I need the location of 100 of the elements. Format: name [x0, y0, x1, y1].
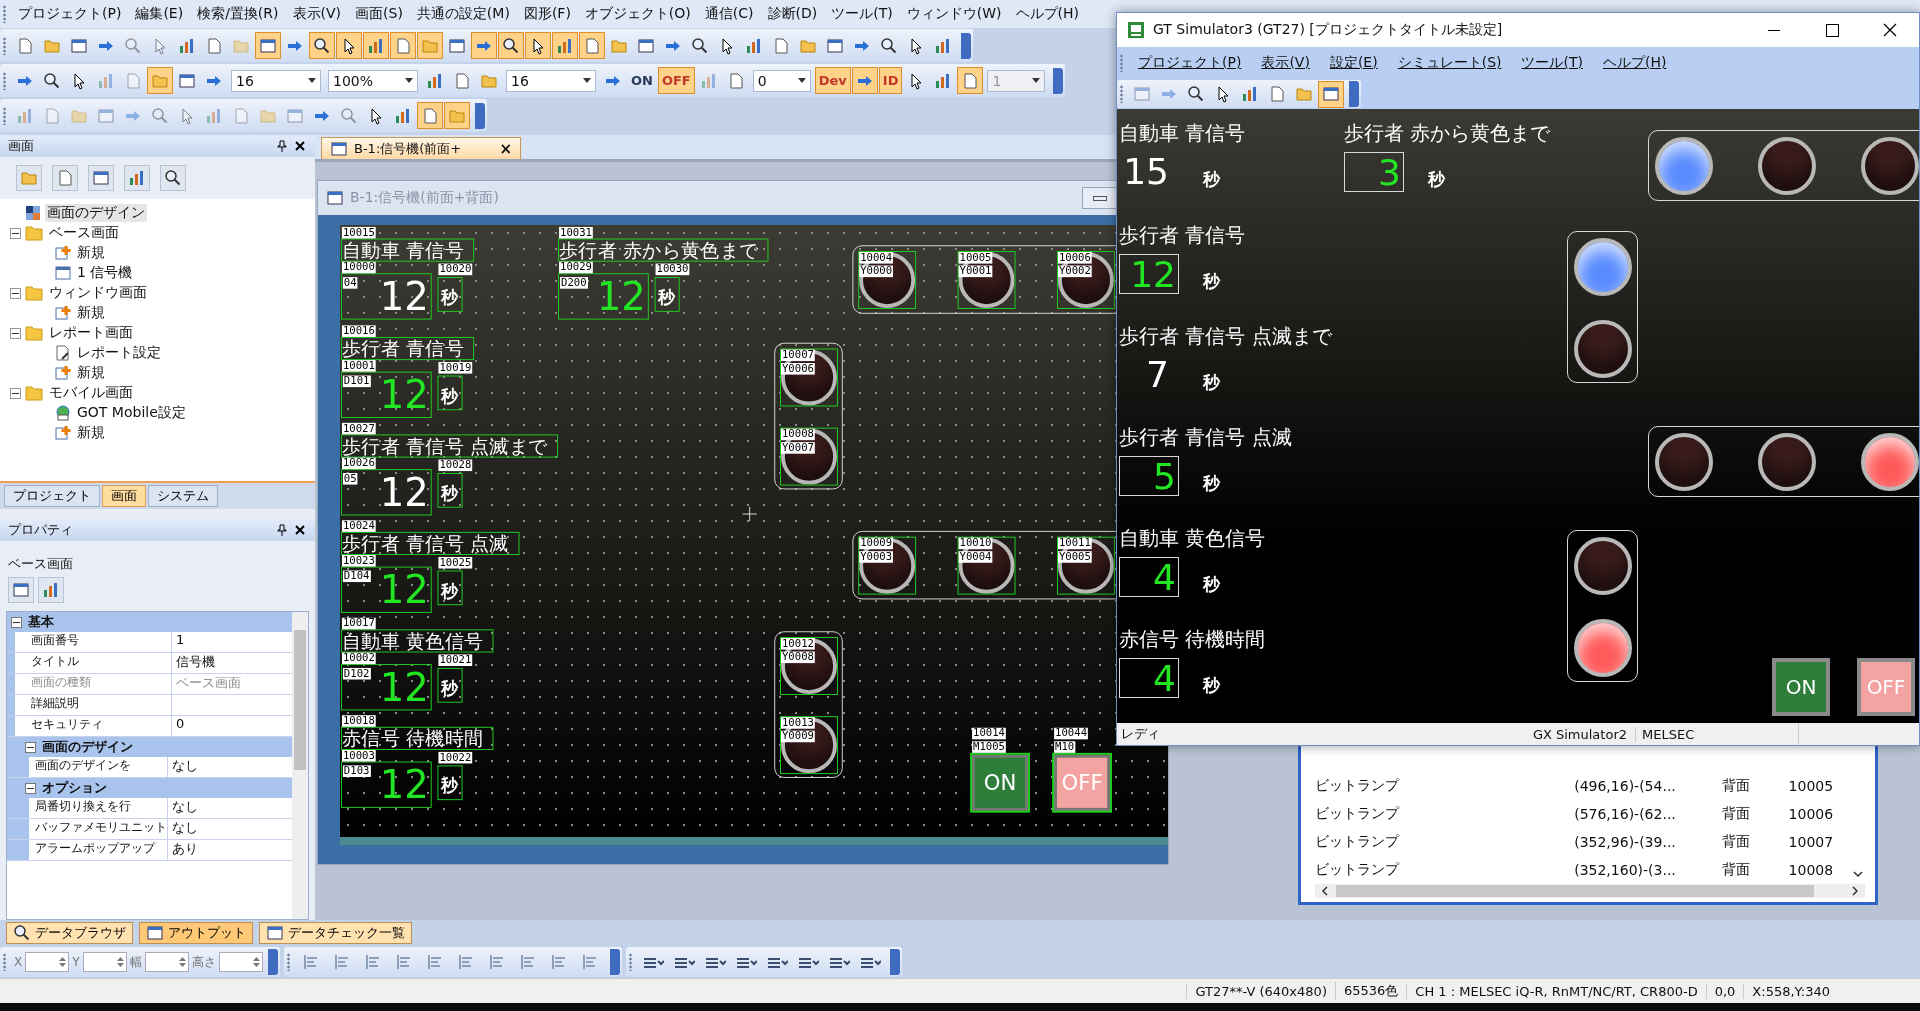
text-object[interactable]: 秒 — [438, 376, 462, 410]
toolbar-button[interactable]: ID — [878, 67, 903, 94]
menu-item[interactable]: シミュレート(S) — [1387, 54, 1512, 72]
numeric-input[interactable]: 12 — [1119, 254, 1179, 294]
tree-item[interactable]: 画面のデザイン — [45, 204, 147, 222]
dropdown[interactable]: 100% — [328, 69, 418, 92]
menu-item[interactable]: 設定(E) — [1319, 54, 1388, 72]
menu-item[interactable]: 表示(V) — [285, 5, 349, 23]
object-id-label: 10003 — [341, 749, 376, 762]
lamp-object[interactable]: 10010 Y0004 — [958, 537, 1015, 594]
lamp-object[interactable]: 10005 Y0001 — [958, 252, 1015, 308]
status-text: GT27**-V (640x480) — [1186, 983, 1335, 999]
property-value[interactable]: 信号機 — [172, 653, 292, 673]
tree-item[interactable]: 新規 — [75, 364, 107, 382]
output-tab[interactable]: アウトプット — [139, 922, 253, 944]
text-object[interactable]: 歩行者 赤から黄色まで — [559, 239, 768, 261]
lamp-object[interactable]: 10012 Y0008 — [781, 638, 837, 694]
numeric-input[interactable]: 5 — [1119, 456, 1179, 496]
section-title: オプション — [42, 779, 107, 797]
menu-item[interactable]: 共通の設定(M) — [409, 5, 517, 23]
tree-item[interactable]: 1 信号機 — [75, 264, 135, 282]
dropdown[interactable]: 16 — [231, 69, 321, 92]
lamp-object[interactable]: 10009 Y0003 — [859, 537, 916, 594]
property-value[interactable]: なし — [168, 757, 292, 777]
text-object[interactable]: 秒 — [438, 571, 462, 605]
numeric-input[interactable]: 4 — [1119, 658, 1179, 698]
numeric-input[interactable]: 4 — [1119, 557, 1179, 597]
tree-item[interactable]: レポート設定 — [75, 344, 163, 362]
lamp-object[interactable]: 10011 Y0005 — [1057, 537, 1114, 594]
tree-item[interactable]: モバイル画面 — [47, 384, 135, 402]
switch-button[interactable]: ON — [1772, 658, 1830, 716]
switch-object[interactable]: ON — [972, 754, 1029, 811]
output-tab[interactable]: データチェック一覧 — [259, 922, 412, 944]
tree-item[interactable]: ベース画面 — [47, 224, 121, 242]
lamp-object[interactable]: 10007 Y0006 — [781, 349, 837, 406]
device-label: Y0007 — [781, 442, 815, 454]
menu-item[interactable]: 診断(D) — [760, 5, 825, 23]
table-cell-text: 背面 — [1721, 805, 1751, 823]
lamp-object[interactable]: 10004 Y0000 — [859, 252, 916, 308]
text-object[interactable]: 歩行者 青信号 点滅まで — [341, 435, 557, 457]
field-label: 高さ — [190, 953, 217, 971]
lamp-object[interactable]: 10006 Y0002 — [1057, 252, 1114, 308]
menu-item[interactable]: プロジェクト(P) — [1128, 54, 1252, 72]
menu-item[interactable]: 画面(S) — [348, 5, 410, 23]
tree-item[interactable]: レポート画面 — [47, 324, 135, 342]
menu-item[interactable]: ツール(T) — [824, 5, 900, 23]
menu-item[interactable]: 編集(E) — [128, 5, 191, 23]
text-object[interactable]: 自動車 青信号 — [341, 239, 474, 261]
property-value[interactable]: なし — [168, 798, 292, 818]
document-tab[interactable]: B-1:信号機(前面+ × — [321, 137, 521, 159]
tree-item[interactable]: ウィンドウ画面 — [47, 284, 149, 302]
output-tab[interactable]: データブラウザ — [6, 922, 133, 944]
text-object[interactable]: 秒 — [438, 473, 462, 507]
device-label: Y0000 — [859, 265, 894, 278]
object-id-label: 10005 — [958, 252, 993, 264]
tree-item[interactable]: 新規 — [75, 424, 107, 442]
dropdown[interactable]: 16 — [506, 69, 596, 92]
status-text: CH 1 : MELSEC iQ-R, RnMT/NC/RT, CR800-D — [1406, 983, 1706, 999]
text-object[interactable]: 秒 — [438, 668, 462, 702]
property-value[interactable]: なし — [168, 819, 292, 839]
menu-item[interactable]: 検索/置換(R) — [190, 5, 286, 23]
lamp-object[interactable]: 10013 Y0009 — [781, 717, 837, 774]
text-object[interactable]: 秒 — [438, 278, 462, 311]
text-object[interactable]: 秒 — [438, 766, 462, 800]
object-id-label: 10015 — [341, 226, 376, 239]
object-id-label: 10011 — [1057, 537, 1092, 550]
lamp-object[interactable]: 10008 Y0007 — [781, 428, 837, 485]
menu-item[interactable]: ヘルプ(H) — [1592, 54, 1677, 72]
panel-tab[interactable]: システム — [148, 485, 218, 507]
label: 自動車 黄色信号 — [1119, 525, 1266, 552]
property-value[interactable]: あり — [168, 840, 292, 860]
text-object[interactable]: 赤信号 待機時間 — [341, 727, 493, 749]
menu-item[interactable]: プロジェクト(P) — [11, 5, 129, 23]
toolbar-button[interactable]: OFF — [657, 67, 695, 94]
menu-item[interactable]: 図形(F) — [516, 5, 578, 23]
toolbar-button[interactable]: Dev — [814, 67, 851, 94]
table-cell-text: ビットランプ — [1315, 861, 1401, 879]
property-value[interactable]: 0 — [172, 716, 292, 736]
table-cell-text: ビットランプ — [1315, 833, 1401, 851]
dropdown[interactable]: 0 — [752, 69, 811, 92]
text-object[interactable]: 自動車 黄色信号 — [341, 630, 493, 652]
text-object[interactable]: 歩行者 青信号 — [341, 337, 474, 360]
tree-item[interactable]: 新規 — [75, 244, 107, 262]
unit-label: 秒 — [1203, 472, 1220, 495]
menu-item[interactable]: オブジェクト(O) — [577, 5, 698, 23]
panel-tab[interactable]: プロジェクト — [4, 485, 100, 507]
menu-item[interactable]: 通信(C) — [697, 5, 761, 23]
text-object[interactable]: 秒 — [655, 278, 679, 311]
numeric-input[interactable]: 3 — [1344, 152, 1404, 192]
toolbar-button[interactable]: ON — [627, 67, 657, 94]
tree-item[interactable]: 新規 — [75, 304, 107, 322]
panel-tab[interactable]: 画面 — [102, 485, 146, 507]
menu-item[interactable]: ヘルプ(H) — [1008, 5, 1086, 23]
property-value[interactable]: 1 — [172, 632, 292, 652]
menu-item[interactable]: ツール(T) — [1511, 54, 1593, 72]
tree-item[interactable]: GOT Mobile設定 — [75, 404, 188, 422]
text-object[interactable]: 歩行者 青信号 点滅 — [341, 532, 519, 555]
menu-item[interactable]: 表示(V) — [1251, 54, 1320, 72]
menu-item[interactable]: ウィンドウ(W) — [899, 5, 1009, 23]
close-button[interactable]: × — [499, 139, 512, 158]
